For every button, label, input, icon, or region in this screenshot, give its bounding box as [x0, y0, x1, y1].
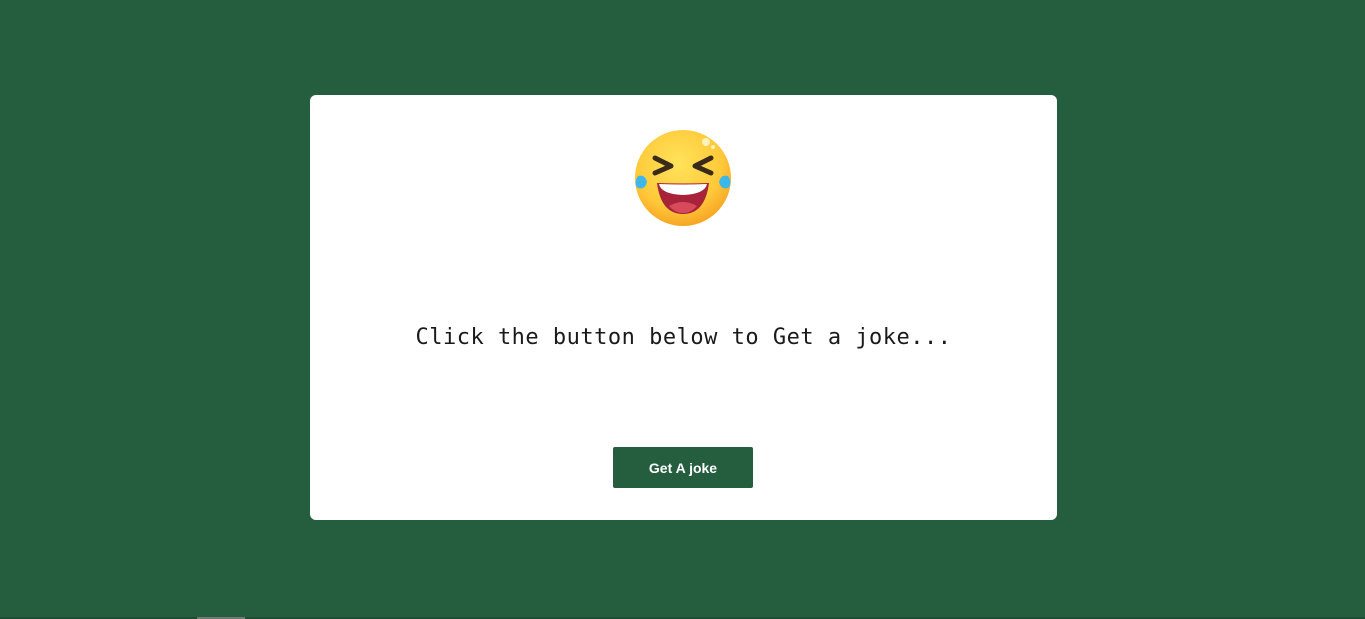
joke-text: Click the button below to Get a joke...: [415, 325, 952, 350]
laughing-tears-emoji-icon: [635, 130, 731, 226]
joke-card: Click the button below to Get a joke... …: [310, 95, 1057, 520]
get-joke-button[interactable]: Get A joke: [613, 447, 753, 488]
